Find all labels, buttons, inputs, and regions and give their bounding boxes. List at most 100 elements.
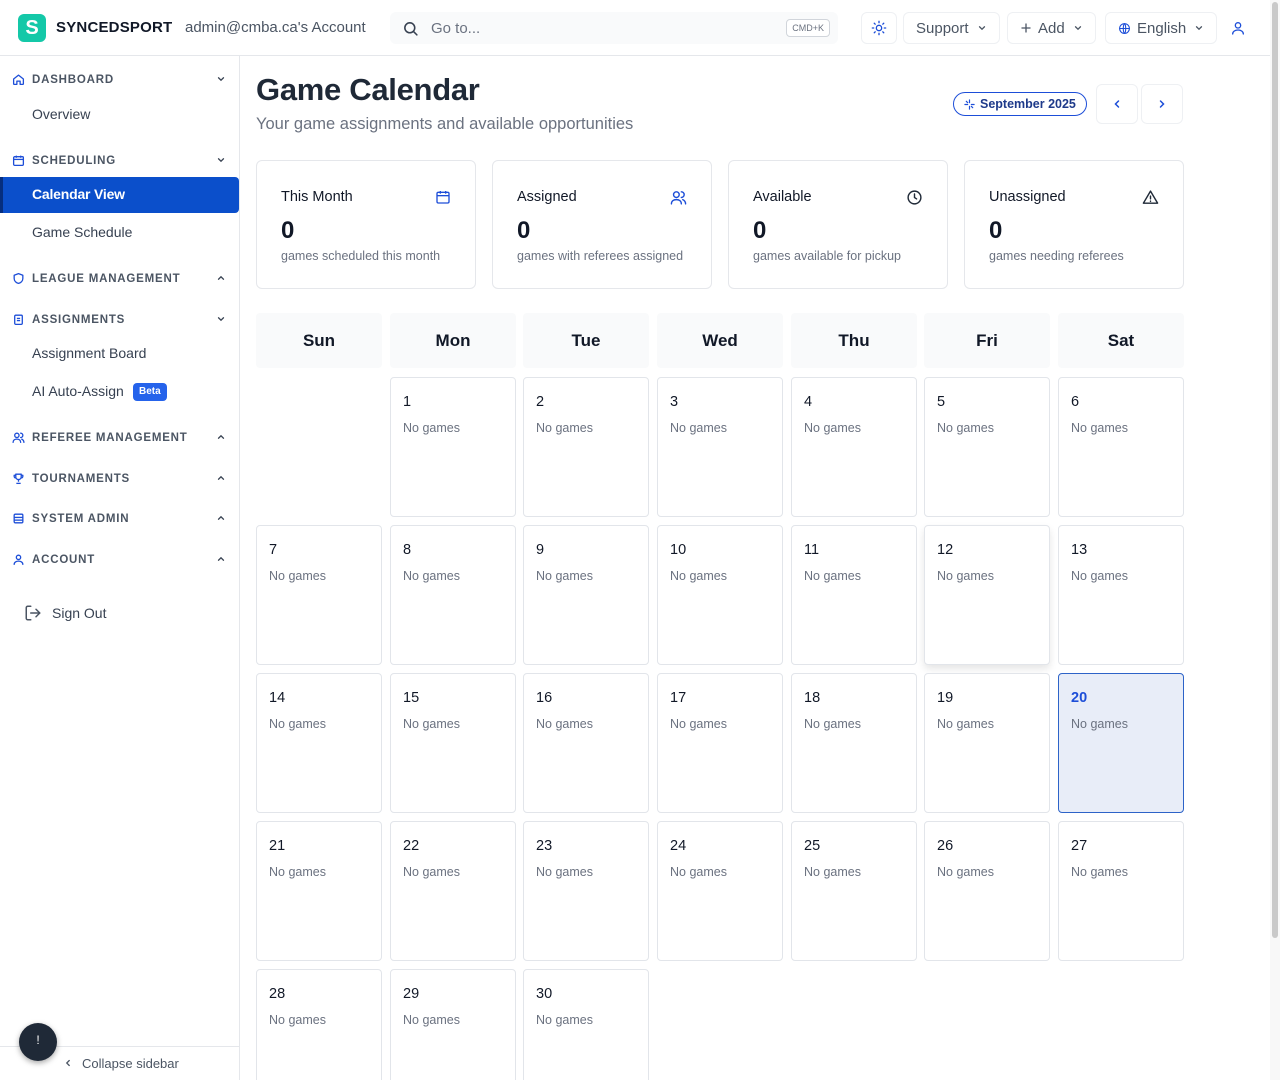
day-number: 15 (403, 690, 420, 706)
calendar-day[interactable]: 3 No games (657, 377, 783, 517)
calendar-day-today[interactable]: 20 No games (1058, 673, 1184, 813)
stat-card-this-month: This Month 0 games scheduled this month (256, 160, 476, 289)
day-games-status: No games (670, 717, 727, 731)
sidebar-item-ai-auto-assign[interactable]: AI Auto-Assign (32, 383, 124, 399)
calendar-day[interactable]: 8 No games (390, 525, 516, 665)
calendar-day[interactable]: 28 No games (256, 969, 382, 1080)
day-games-status: No games (403, 1013, 460, 1027)
day-games-status: No games (536, 421, 593, 435)
calendar-day[interactable]: 11 No games (791, 525, 917, 665)
calendar-day[interactable]: 1 No games (390, 377, 516, 517)
chevron-up-icon (216, 513, 226, 523)
search-icon (402, 20, 419, 37)
calendar-day[interactable]: 25 No games (791, 821, 917, 961)
sun-icon (871, 20, 887, 36)
day-number: 12 (937, 542, 954, 558)
theme-toggle-button[interactable] (861, 12, 897, 44)
prev-month-button[interactable] (1096, 84, 1138, 124)
sidebar-item-assignment-board[interactable]: Assignment Board (32, 345, 146, 361)
app-logo[interactable]: S (18, 14, 46, 42)
day-number: 6 (1071, 394, 1080, 410)
day-number: 7 (269, 542, 278, 558)
sidebar-section-label: ACCOUNT (32, 554, 96, 566)
sidebar-section-tournaments[interactable]: TOURNAMENTS (12, 469, 228, 489)
calendar-day[interactable]: 9 No games (523, 525, 649, 665)
calendar-day[interactable]: 5 No games (924, 377, 1050, 517)
calendar-day[interactable]: 6 No games (1058, 377, 1184, 517)
day-games-status: No games (536, 717, 593, 731)
search-input[interactable]: Go to... CMD+K (390, 12, 838, 44)
day-number: 9 (536, 542, 545, 558)
calendar-day[interactable]: 17 No games (657, 673, 783, 813)
day-games-status: No games (269, 569, 326, 583)
day-number: 17 (670, 690, 687, 706)
calendar-day[interactable]: 19 No games (924, 673, 1050, 813)
scrollbar-thumb[interactable] (1272, 2, 1278, 938)
sidebar-section-dashboard[interactable]: DASHBOARD (12, 70, 228, 90)
calendar-day[interactable]: 23 No games (523, 821, 649, 961)
day-number: 16 (536, 690, 553, 706)
account-switcher[interactable]: admin@cmba.ca's Account (185, 19, 366, 36)
chevron-down-icon (216, 314, 226, 324)
calendar-day[interactable]: 2 No games (523, 377, 649, 517)
user-profile-button[interactable] (1220, 12, 1256, 44)
chevron-up-icon (216, 473, 226, 483)
trophy-icon (12, 472, 26, 486)
log-out-icon (24, 604, 42, 622)
day-games-status: No games (1071, 717, 1128, 731)
weekday-header: Sat (1058, 313, 1184, 368)
calendar-day[interactable]: 29 No games (390, 969, 516, 1080)
sidebar-item-game-schedule[interactable]: Game Schedule (32, 224, 132, 240)
day-number: 28 (269, 986, 286, 1002)
day-games-status: No games (670, 569, 727, 583)
current-month-button[interactable]: September 2025 (953, 92, 1087, 116)
next-month-button[interactable] (1141, 84, 1183, 124)
add-menu-button[interactable]: Add (1007, 12, 1096, 44)
calendar-day[interactable]: 22 No games (390, 821, 516, 961)
calendar-day[interactable]: 27 No games (1058, 821, 1184, 961)
sidebar-item-calendar-view[interactable]: Calendar View (0, 177, 239, 213)
chevron-down-icon (216, 155, 226, 165)
calendar-day[interactable]: 10 No games (657, 525, 783, 665)
current-month-label: September 2025 (980, 97, 1076, 111)
sidebar-section-system-admin[interactable]: SYSTEM ADMIN (12, 509, 228, 529)
sidebar-item-overview[interactable]: Overview (32, 106, 90, 122)
day-games-status: No games (937, 421, 994, 435)
brand-name[interactable]: SYNCEDSPORT (56, 19, 172, 36)
calendar-day[interactable]: 7 No games (256, 525, 382, 665)
beta-badge: Beta (133, 383, 167, 401)
chevron-down-icon (1194, 23, 1204, 33)
day-games-status: No games (804, 865, 861, 879)
calendar-day[interactable]: 12 No games (924, 525, 1050, 665)
help-button[interactable]: ! (19, 1023, 57, 1061)
language-selector[interactable]: English (1105, 12, 1218, 44)
active-indicator (0, 177, 3, 213)
sign-out-button[interactable]: Sign Out (24, 604, 106, 622)
calendar-day[interactable]: 18 No games (791, 673, 917, 813)
calendar-day[interactable]: 21 No games (256, 821, 382, 961)
user-icon (12, 553, 26, 567)
sidebar-section-account[interactable]: ACCOUNT (12, 550, 228, 570)
day-number: 23 (536, 838, 553, 854)
sidebar-section-scheduling[interactable]: SCHEDULING (12, 151, 228, 171)
calendar-day[interactable]: 15 No games (390, 673, 516, 813)
calendar-day[interactable]: 26 No games (924, 821, 1050, 961)
sidebar-item-label: Calendar View (32, 186, 125, 202)
calendar-day[interactable]: 24 No games (657, 821, 783, 961)
page-scrollbar[interactable] (1270, 0, 1280, 1080)
sidebar-section-league-management[interactable]: LEAGUE MANAGEMENT (12, 269, 228, 289)
weekday-header: Mon (390, 313, 516, 368)
database-icon (12, 512, 26, 526)
calendar-day[interactable]: 30 No games (523, 969, 649, 1080)
stat-card-unassigned: Unassigned 0 games needing referees (964, 160, 1184, 289)
stat-description: games needing referees (989, 249, 1124, 263)
calendar-day[interactable]: 4 No games (791, 377, 917, 517)
sidebar-section-assignments[interactable]: ASSIGNMENTS (12, 310, 228, 330)
support-menu-button[interactable]: Support (903, 12, 1000, 44)
calendar-day[interactable]: 16 No games (523, 673, 649, 813)
calendar-day[interactable]: 14 No games (256, 673, 382, 813)
sidebar-section-referee-management[interactable]: REFEREE MANAGEMENT (12, 428, 228, 448)
sidebar-section-label: LEAGUE MANAGEMENT (32, 273, 181, 285)
day-games-status: No games (1071, 421, 1128, 435)
calendar-day[interactable]: 13 No games (1058, 525, 1184, 665)
